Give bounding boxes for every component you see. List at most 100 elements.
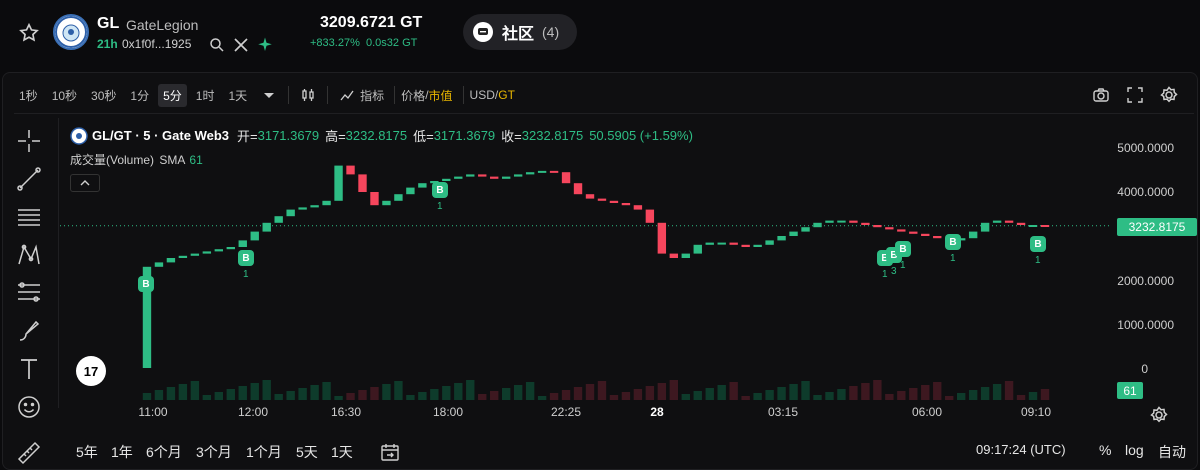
emoji-icon[interactable] xyxy=(16,394,42,420)
tradingview-logo[interactable]: 17 xyxy=(76,356,106,386)
axis-settings-icon[interactable] xyxy=(1150,406,1168,424)
candle xyxy=(525,172,535,175)
volume-bar xyxy=(238,386,247,400)
candle xyxy=(777,236,786,241)
buy-marker-count: 1 xyxy=(950,253,956,264)
brush-icon[interactable] xyxy=(16,318,42,344)
candle xyxy=(190,253,200,256)
candle xyxy=(382,200,391,206)
timeframe-1h[interactable]: 1时 xyxy=(191,84,220,107)
mcap-toggle[interactable]: 市值 xyxy=(429,87,453,104)
candle xyxy=(490,176,499,179)
volume-bar xyxy=(142,393,152,400)
candle xyxy=(478,174,487,177)
x-tick-label: 16:30 xyxy=(330,405,362,419)
y-tick-label: 5000.0000 xyxy=(1117,141,1174,155)
currency-gt[interactable]: GT xyxy=(498,88,515,102)
candle xyxy=(154,262,164,267)
candle xyxy=(1004,220,1014,223)
chevron-down-icon[interactable] xyxy=(261,87,277,103)
pattern-icon[interactable] xyxy=(16,242,42,268)
buy-marker[interactable]: B xyxy=(945,234,961,250)
community-button[interactable]: 社区 (4) xyxy=(463,14,577,50)
volume-bar xyxy=(346,393,355,400)
candle xyxy=(825,220,834,223)
range-1y[interactable]: 1年 xyxy=(111,442,133,462)
timeframe-10s[interactable]: 10秒 xyxy=(47,84,82,107)
date-range-icon[interactable] xyxy=(380,442,400,462)
volume-bar xyxy=(406,395,415,400)
volume-bar xyxy=(945,396,954,400)
range-3m[interactable]: 3个月 xyxy=(196,442,232,462)
buy-marker[interactable]: B xyxy=(238,250,254,266)
indicators-icon[interactable] xyxy=(339,87,355,103)
candle xyxy=(322,200,331,206)
volume-bar xyxy=(226,389,235,400)
range-5d[interactable]: 5天 xyxy=(296,442,318,462)
buy-marker[interactable]: B xyxy=(1030,236,1046,252)
volume-bar xyxy=(753,393,762,400)
star-icon[interactable] xyxy=(18,22,40,44)
x-twitter-icon[interactable] xyxy=(232,36,250,54)
volume-bar xyxy=(190,381,200,400)
buy-marker[interactable]: B xyxy=(895,241,911,257)
fullscreen-icon[interactable] xyxy=(1126,86,1144,104)
x-tick-label: 06:00 xyxy=(911,405,943,419)
range-1d[interactable]: 1天 xyxy=(331,442,353,462)
candle xyxy=(621,203,631,206)
search-icon[interactable] xyxy=(208,36,226,54)
volume-bar xyxy=(789,384,798,400)
buy-marker-count: 1 xyxy=(900,260,906,271)
timeframe-1m[interactable]: 1分 xyxy=(125,84,154,107)
candle xyxy=(681,253,690,258)
candle xyxy=(693,244,702,254)
timeframe-1s[interactable]: 1秒 xyxy=(14,84,43,107)
candle xyxy=(1028,225,1038,227)
candle xyxy=(466,174,475,177)
text-icon[interactable] xyxy=(16,356,42,382)
volume-bar xyxy=(478,394,487,400)
camera-icon[interactable] xyxy=(1092,86,1110,104)
volume-bar xyxy=(501,388,511,400)
volume-bar xyxy=(298,388,307,400)
volume-bar xyxy=(1028,392,1038,400)
horizontal-lines-icon[interactable] xyxy=(16,204,42,230)
x-tick-label: 09:10 xyxy=(1020,405,1052,419)
range-1m[interactable]: 1个月 xyxy=(246,442,282,462)
volume-bar xyxy=(166,387,176,400)
candle xyxy=(933,236,942,239)
range-6m[interactable]: 6个月 xyxy=(146,442,182,462)
candlestick-icon[interactable] xyxy=(300,87,316,103)
trendline-icon[interactable] xyxy=(16,166,42,192)
utc-time[interactable]: 09:17:24 (UTC) xyxy=(976,442,1066,457)
price-toggle[interactable]: 价格 xyxy=(401,87,425,104)
indicators-button[interactable]: 指标 xyxy=(360,87,384,104)
drawing-toolbar-divider xyxy=(58,118,59,408)
candle xyxy=(286,209,295,217)
candle xyxy=(765,240,774,245)
range-5y[interactable]: 5年 xyxy=(76,442,98,462)
crosshair-icon[interactable] xyxy=(16,128,42,154)
timeframe-30s[interactable]: 30秒 xyxy=(86,84,121,107)
settings-icon[interactable] xyxy=(1160,86,1178,104)
currency-usd[interactable]: USD xyxy=(470,88,495,102)
buy-marker[interactable]: B xyxy=(138,276,154,292)
volume-bar xyxy=(322,382,331,400)
volume-bar xyxy=(1004,381,1014,400)
timeframe-5m[interactable]: 5分 xyxy=(158,83,187,107)
volume-bar xyxy=(717,385,726,400)
candle xyxy=(992,220,1002,223)
change-volume: 0.0s32 GT xyxy=(365,37,418,49)
auto-toggle[interactable]: 自动 xyxy=(1158,442,1186,462)
token-address[interactable]: 0x1f0f...1925 xyxy=(122,37,191,51)
buy-marker[interactable]: B xyxy=(432,182,448,198)
candle xyxy=(585,194,595,199)
volume-bar xyxy=(897,391,906,400)
fib-icon[interactable] xyxy=(16,280,42,306)
sparkle-icon[interactable] xyxy=(256,36,274,54)
candle xyxy=(346,165,355,175)
volume-bar xyxy=(1040,389,1050,400)
percent-toggle[interactable]: % xyxy=(1099,442,1111,458)
timeframe-1d[interactable]: 1天 xyxy=(223,84,252,107)
log-toggle[interactable]: log xyxy=(1125,442,1144,458)
